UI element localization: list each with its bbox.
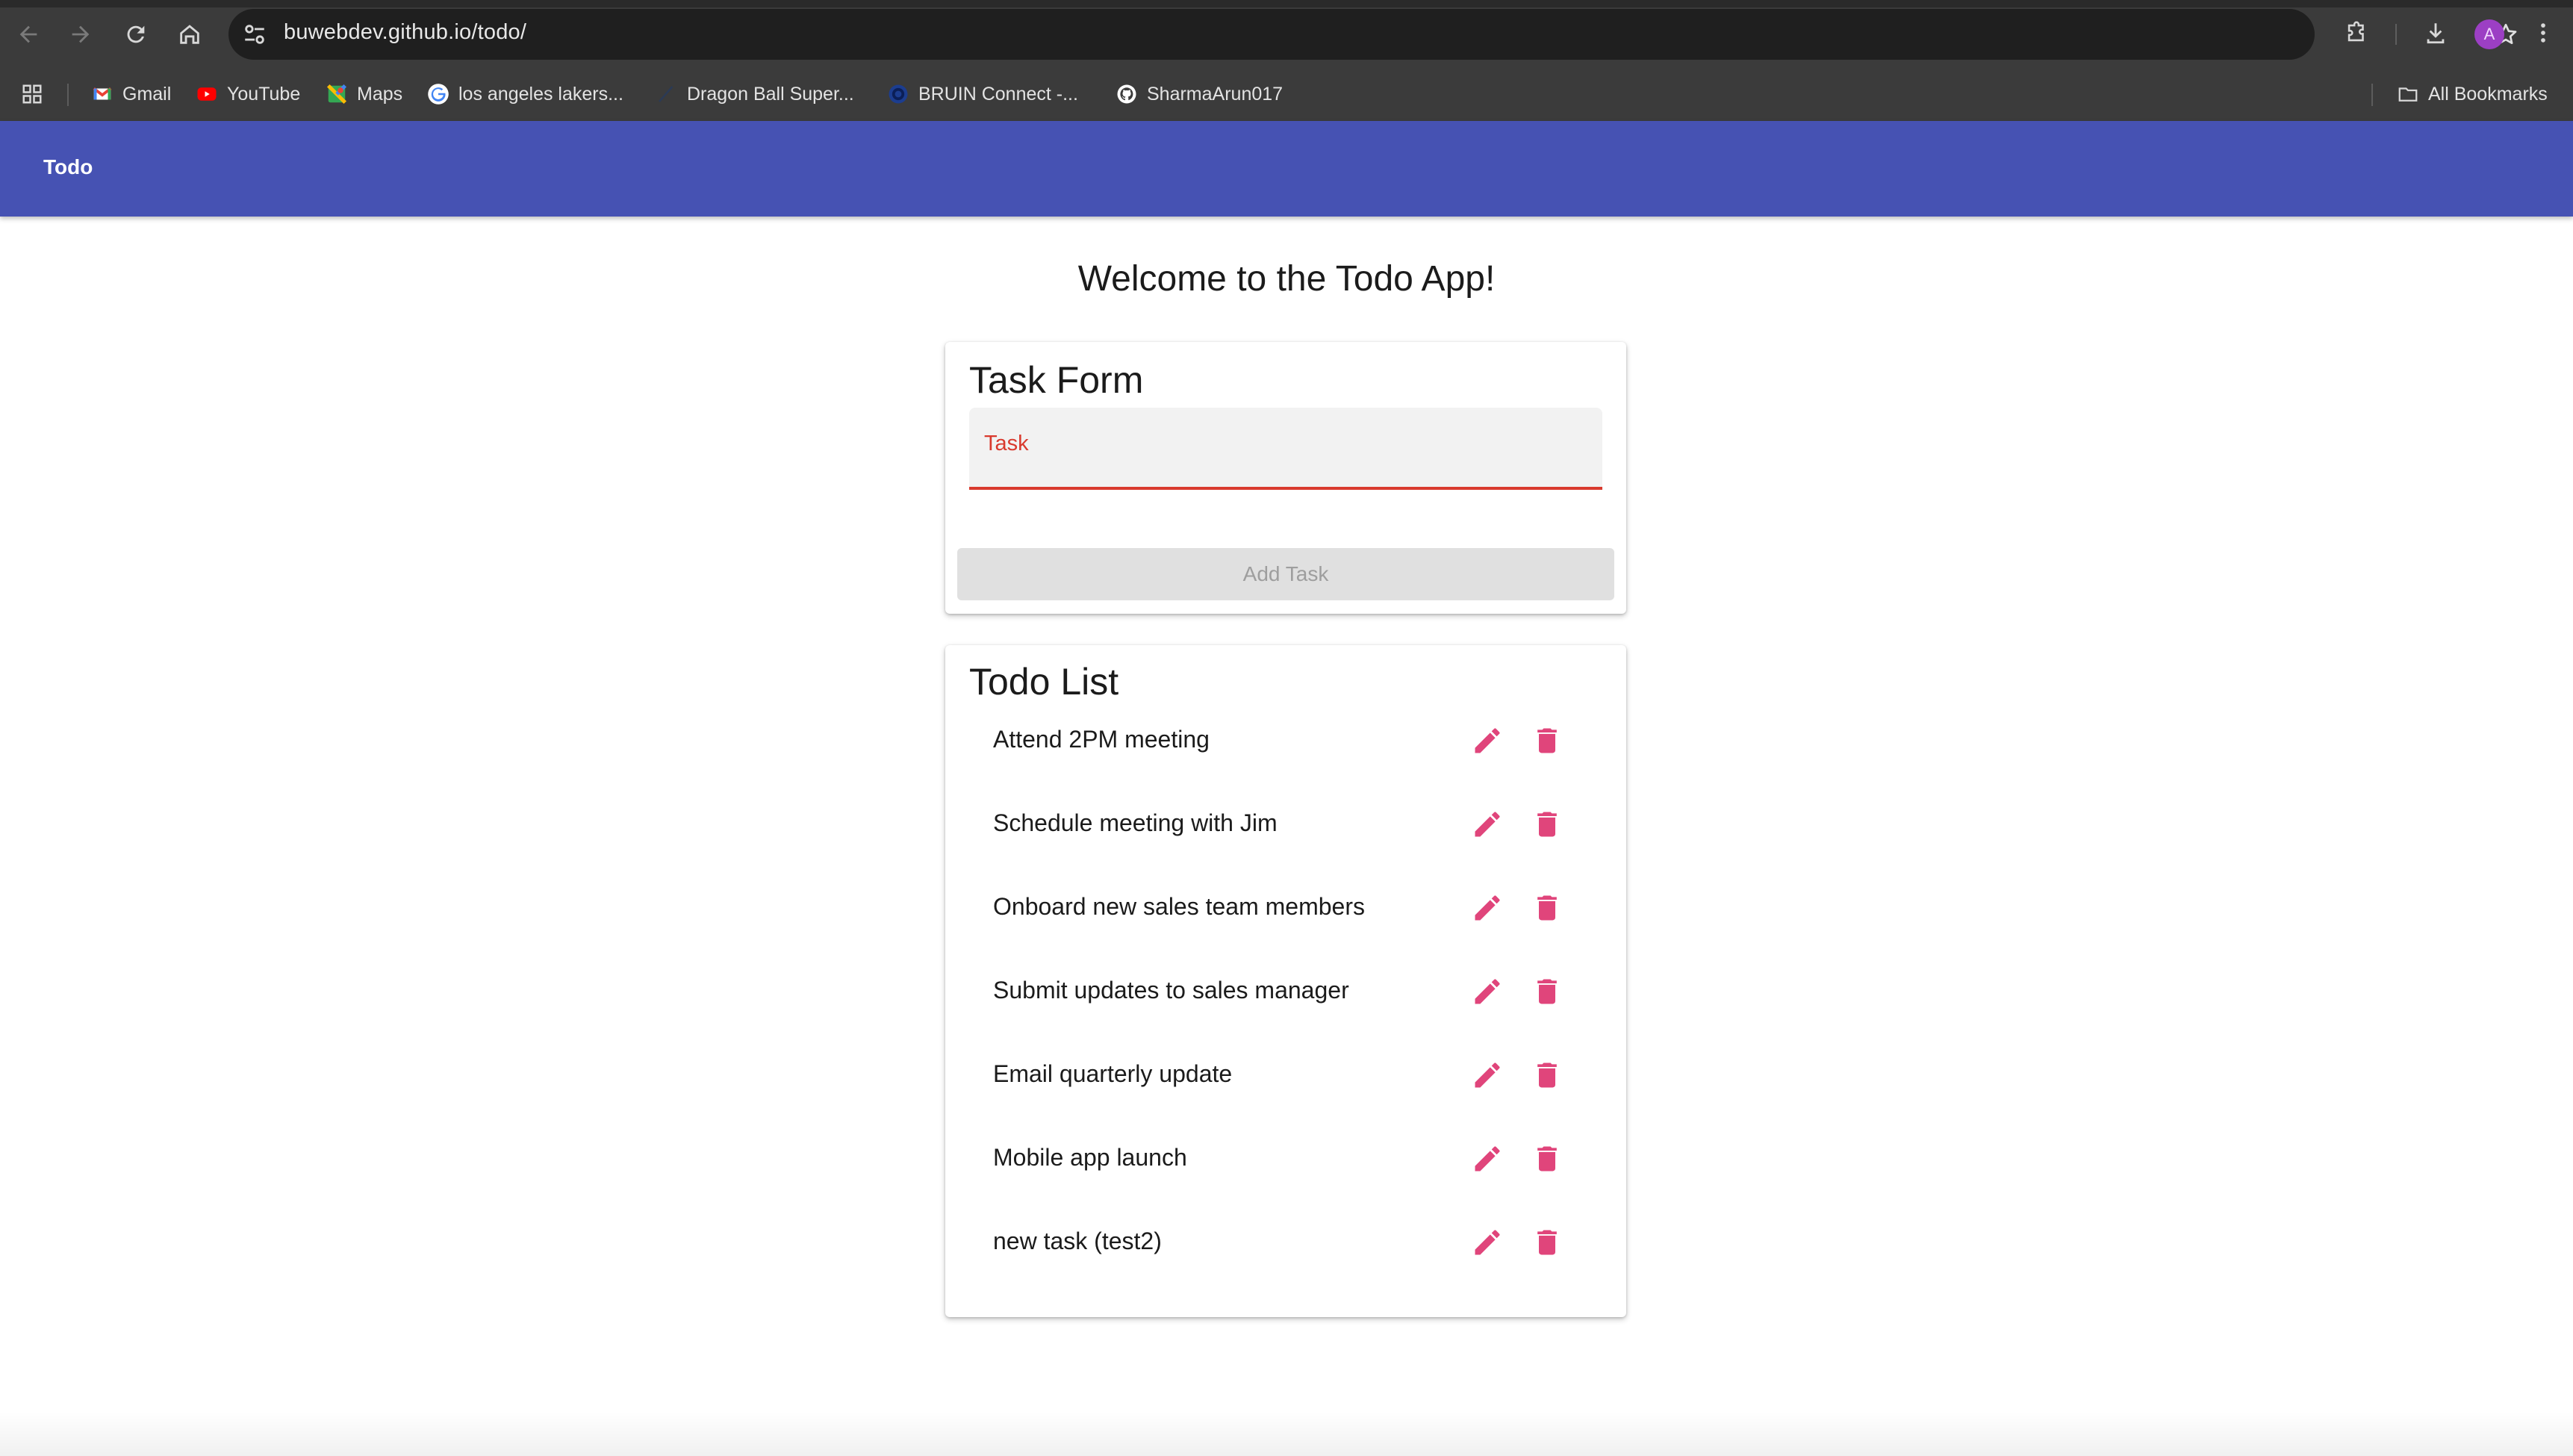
todo-item-text: Schedule meeting with Jim <box>993 809 1278 836</box>
todo-item: Attend 2PM meeting <box>945 700 1626 784</box>
delete-todo-button[interactable] <box>1526 803 1568 845</box>
pencil-icon <box>1475 979 1500 1004</box>
site-settings-icon[interactable] <box>242 22 267 47</box>
todo-item-text: Submit updates to sales manager <box>993 977 1349 1004</box>
arrow-left-icon <box>19 25 37 43</box>
toolbar-divider <box>2395 24 2397 45</box>
bookmark-github[interactable]: SharmaArun017 <box>1116 81 1283 108</box>
edit-todo-button[interactable] <box>1466 971 1508 1012</box>
reload-button[interactable] <box>118 16 154 52</box>
bookmark-bruin-connect[interactable]: BRUIN Connect -... <box>887 81 1078 108</box>
youtube-icon <box>197 87 217 101</box>
edit-todo-button[interactable] <box>1466 1054 1508 1096</box>
maps-icon <box>326 84 347 105</box>
edit-todo-button[interactable] <box>1466 1138 1508 1180</box>
browser-toolbar: buwebdev.github.io/todo/ A <box>0 0 2573 67</box>
trash-icon <box>1537 895 1557 921</box>
delete-todo-button[interactable] <box>1526 1054 1568 1096</box>
todo-item-text: Mobile app launch <box>993 1144 1187 1171</box>
browser-menu-button[interactable] <box>2527 16 2560 49</box>
delete-todo-button[interactable] <box>1526 720 1568 762</box>
reload-icon <box>127 25 145 43</box>
app-header: Todo <box>0 121 2573 217</box>
pencil-icon <box>1475 728 1500 753</box>
address-bar[interactable]: buwebdev.github.io/todo/ <box>228 9 2517 60</box>
task-form-title: Task Form <box>969 359 1144 401</box>
puzzle-icon <box>2348 21 2364 42</box>
page-heading: Welcome to the Todo App! <box>1077 259 1496 299</box>
pencil-icon <box>1475 1146 1500 1172</box>
home-button[interactable] <box>172 16 208 52</box>
app-title[interactable]: Todo <box>43 155 93 179</box>
todo-item: Onboard new sales team members <box>945 868 1626 951</box>
dragonball-icon <box>659 86 673 102</box>
bookmarks-divider <box>67 84 69 106</box>
bruin-icon <box>889 84 908 104</box>
add-task-button[interactable]: Add Task <box>957 548 1614 600</box>
task-form-card: Task Form Task Add Task <box>945 342 1626 614</box>
forward-button[interactable] <box>63 16 99 52</box>
window-edge <box>0 0 2573 7</box>
task-input[interactable] <box>984 449 1584 481</box>
pencil-icon <box>1475 1230 1500 1255</box>
folder-icon <box>2398 87 2418 102</box>
trash-icon <box>1537 728 1557 753</box>
pencil-icon <box>1475 812 1500 837</box>
delete-todo-button[interactable] <box>1526 1222 1568 1263</box>
todo-list-title: Todo List <box>969 661 1119 703</box>
edit-todo-button[interactable] <box>1466 887 1508 929</box>
more-vertical-icon <box>2541 23 2545 43</box>
todo-item: new task (test2) <box>945 1202 1626 1286</box>
todo-item: Submit updates to sales manager <box>945 951 1626 1035</box>
todo-item-text: new task (test2) <box>993 1228 1162 1254</box>
todo-list-card: Todo List Attend 2PM meeting Schedule mee… <box>945 645 1626 1317</box>
todo-item-text: Attend 2PM meeting <box>993 726 1210 753</box>
bookmark-lakers-search[interactable]: los angeles lakers... <box>427 81 623 108</box>
github-icon <box>1117 84 1136 104</box>
bookmarks-divider-right <box>2371 84 2373 106</box>
delete-todo-button[interactable] <box>1526 887 1568 929</box>
back-button[interactable] <box>10 16 46 52</box>
todo-item: Mobile app launch <box>945 1119 1626 1202</box>
edit-todo-button[interactable] <box>1466 803 1508 845</box>
extensions-button[interactable] <box>2340 16 2373 49</box>
page-bottom-shadow <box>0 1411 2573 1456</box>
todo-item-text: Onboard new sales team members <box>993 893 1365 920</box>
bookmark-gmail[interactable]: Gmail <box>91 81 171 108</box>
delete-todo-button[interactable] <box>1526 1138 1568 1180</box>
gmail-icon <box>93 87 112 100</box>
arrow-right-icon <box>72 25 90 43</box>
downloads-button[interactable] <box>2419 16 2452 49</box>
profile-avatar[interactable]: A <box>2474 19 2504 49</box>
url-text[interactable]: buwebdev.github.io/todo/ <box>284 20 526 45</box>
google-icon <box>428 84 449 105</box>
all-bookmarks-button[interactable]: All Bookmarks <box>2397 81 2548 108</box>
edit-todo-button[interactable] <box>1466 1222 1508 1263</box>
apps-grid-icon <box>22 84 42 104</box>
apps-button[interactable] <box>21 81 43 108</box>
bookmark-youtube[interactable]: YouTube <box>196 81 300 108</box>
bookmarks-bar: Gmail YouTube Maps los angeles lakers...… <box>0 67 2573 121</box>
todo-item: Email quarterly update <box>945 1035 1626 1119</box>
trash-icon <box>1537 1146 1557 1172</box>
delete-todo-button[interactable] <box>1526 971 1568 1012</box>
home-icon <box>180 25 199 44</box>
pencil-icon <box>1475 1063 1500 1088</box>
download-icon <box>2427 23 2445 44</box>
trash-icon <box>1537 1230 1557 1255</box>
bookmark-dragon-ball[interactable]: Dragon Ball Super... <box>656 81 854 108</box>
trash-icon <box>1537 1063 1557 1088</box>
trash-icon <box>1537 812 1557 837</box>
task-field[interactable]: Task <box>969 408 1602 490</box>
trash-icon <box>1537 979 1557 1004</box>
bookmark-maps[interactable]: Maps <box>326 81 402 108</box>
pencil-icon <box>1475 895 1500 921</box>
edit-todo-button[interactable] <box>1466 720 1508 762</box>
todo-item-text: Email quarterly update <box>993 1060 1233 1087</box>
todo-item: Schedule meeting with Jim <box>945 784 1626 868</box>
